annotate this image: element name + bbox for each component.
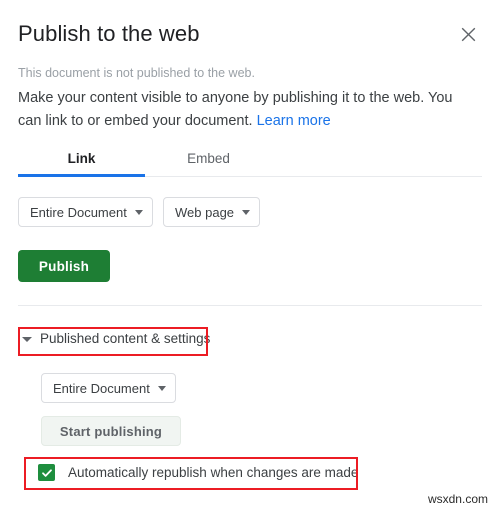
chevron-down-icon [134, 209, 143, 215]
description-text: Make your content visible to anyone by p… [18, 90, 453, 129]
watermark: wsxdn.com [427, 492, 488, 506]
published-scope-dropdown[interactable]: Entire Document [41, 373, 176, 403]
auto-republish-label: Automatically republish when changes are… [68, 465, 359, 480]
auto-republish-checkbox-row[interactable]: Automatically republish when changes are… [38, 464, 358, 481]
published-content-settings-label: Published content & settings [40, 331, 211, 346]
tab-active-indicator [18, 174, 145, 177]
tab-link[interactable]: Link [18, 146, 145, 176]
published-content-settings-toggle[interactable]: Published content & settings [22, 331, 210, 346]
tab-embed[interactable]: Embed [145, 146, 272, 176]
checkbox-checked-icon[interactable] [38, 464, 55, 481]
publish-to-web-dialog: Publish to the web This document is not … [0, 0, 500, 512]
scope-dropdown[interactable]: Entire Document [18, 197, 153, 227]
format-dropdown[interactable]: Web page [163, 197, 261, 227]
page-title: Publish to the web [18, 21, 200, 46]
start-publishing-button[interactable]: Start publishing [41, 416, 181, 446]
triangle-down-icon [22, 337, 32, 342]
dialog-description: Make your content visible to anyone by p… [18, 87, 474, 133]
learn-more-link[interactable]: Learn more [257, 113, 331, 129]
close-icon [461, 27, 476, 42]
close-button[interactable] [456, 22, 480, 46]
publish-status-text: This document is not published to the we… [18, 66, 255, 80]
format-dropdown-label: Web page [175, 204, 235, 220]
tab-bar: Link Embed [18, 146, 482, 178]
scope-dropdown-label: Entire Document [30, 204, 127, 220]
section-divider [18, 305, 482, 306]
published-scope-dropdown-label: Entire Document [53, 380, 150, 396]
publish-button[interactable]: Publish [18, 250, 110, 282]
chevron-down-icon [157, 385, 166, 391]
chevron-down-icon [242, 209, 251, 215]
